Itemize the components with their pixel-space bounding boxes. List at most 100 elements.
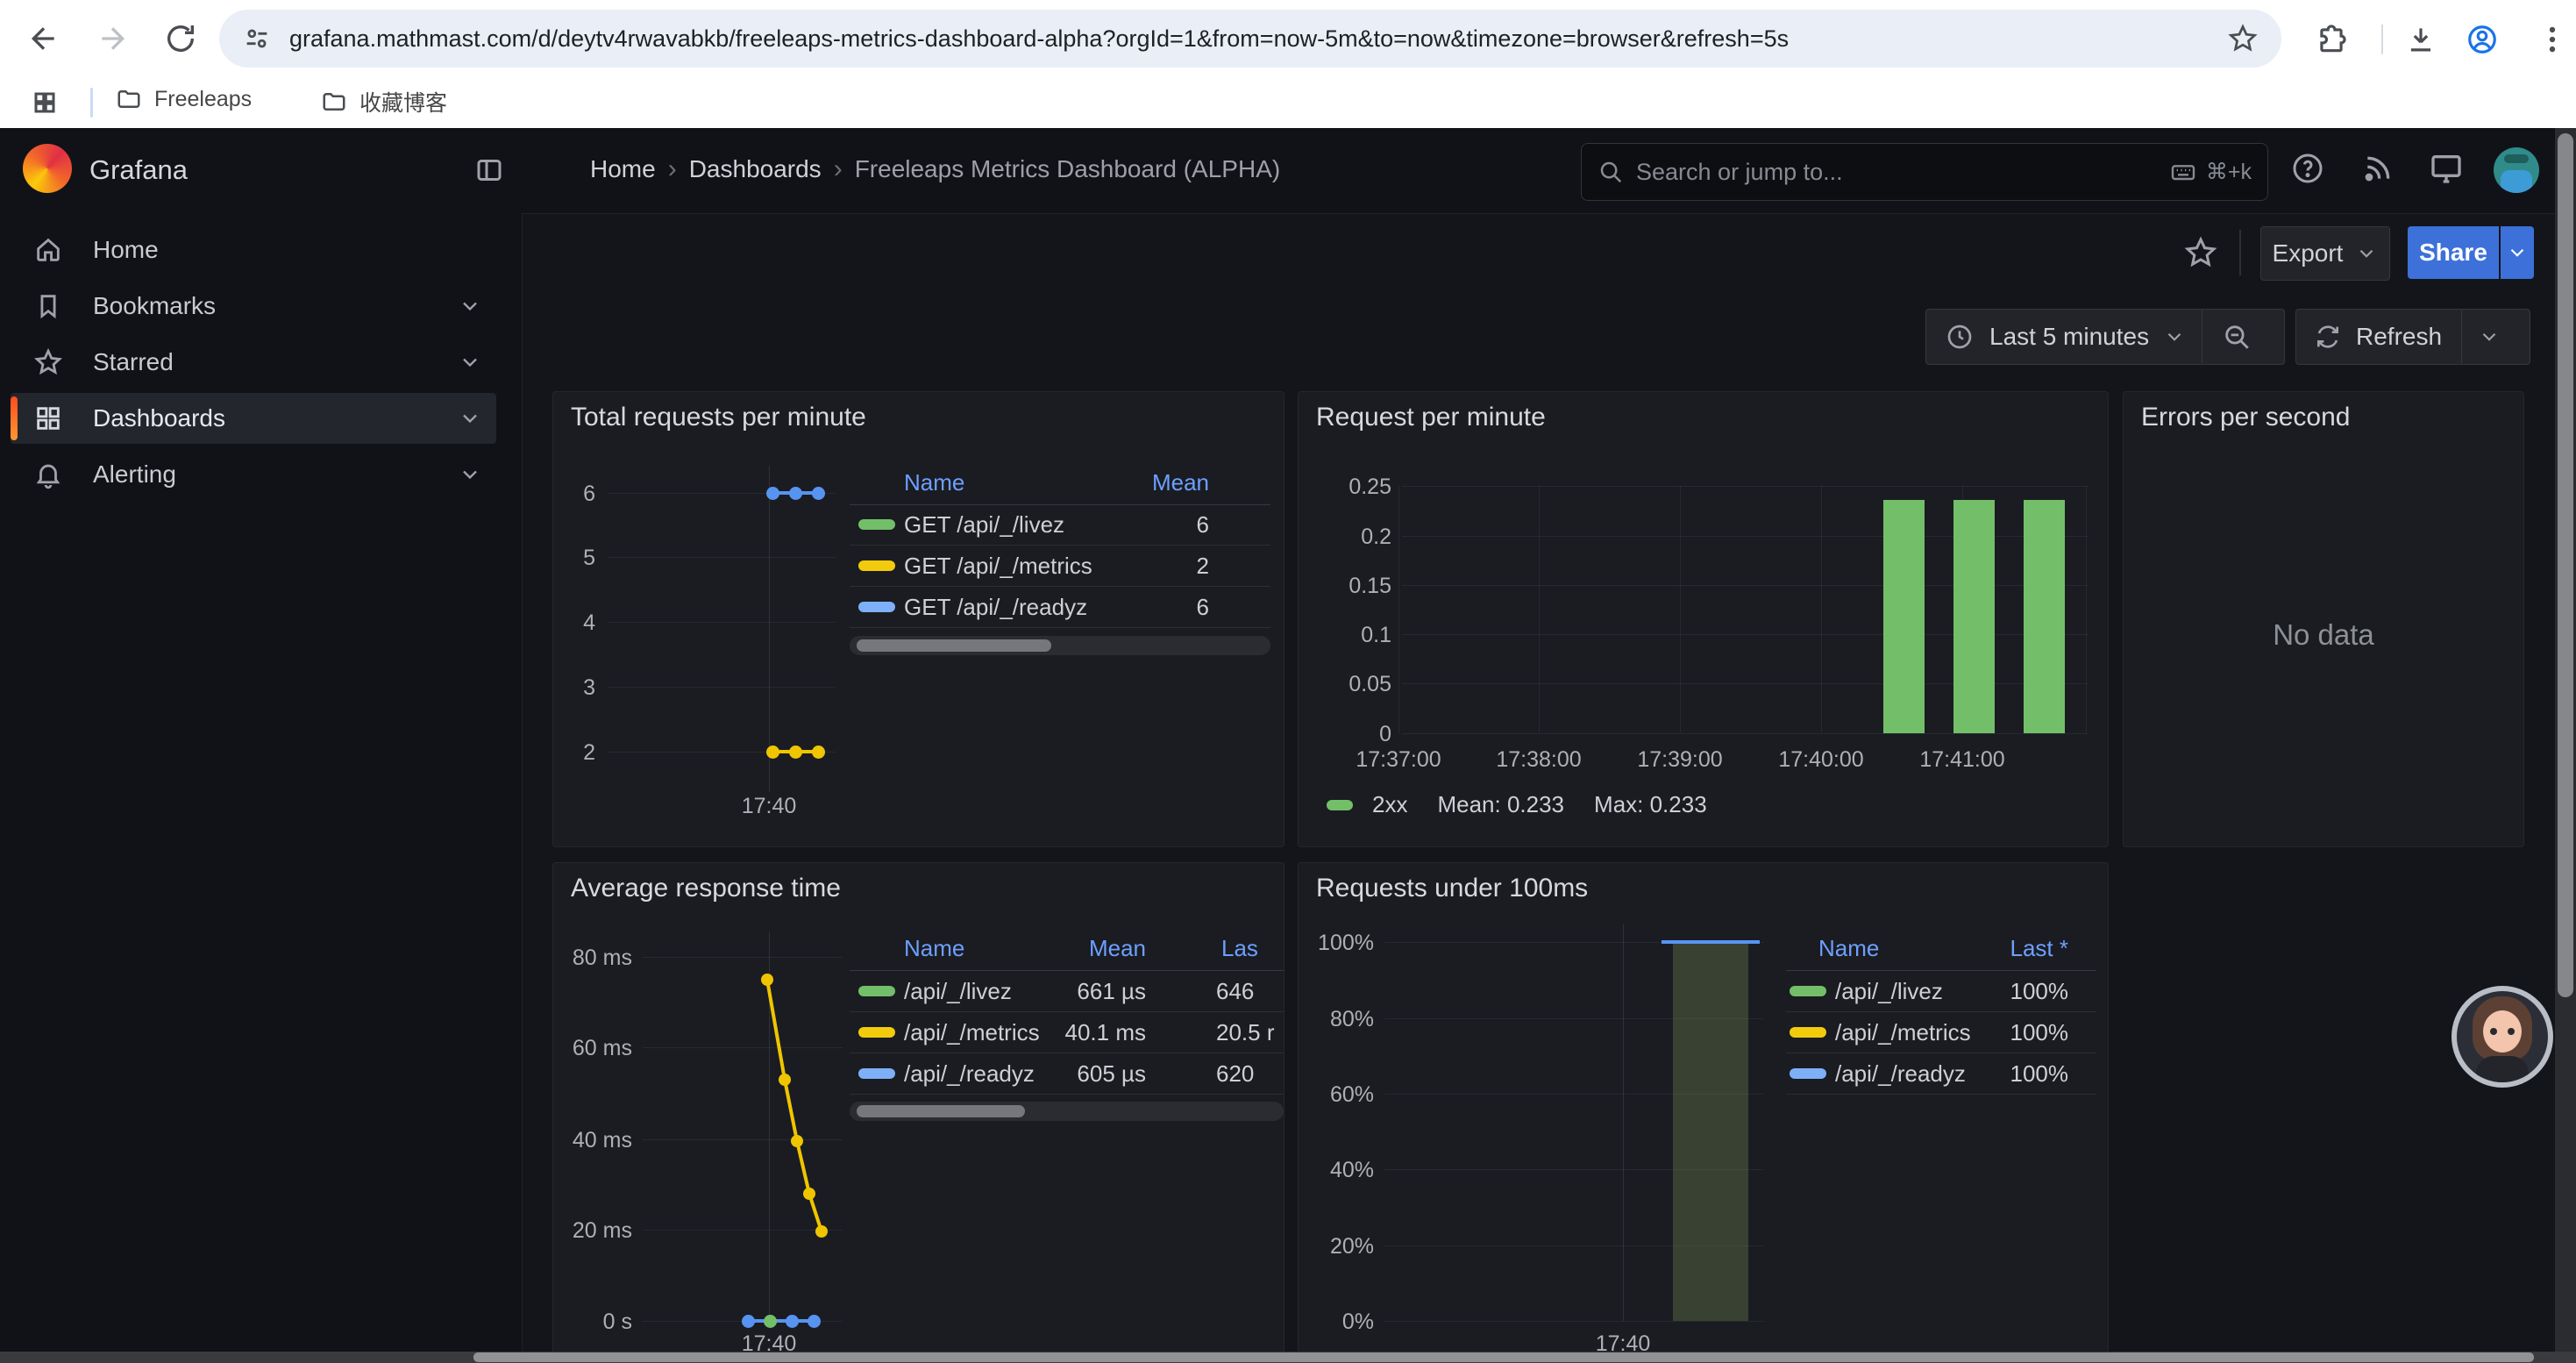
chevron-down-icon[interactable] xyxy=(458,406,482,431)
sidebar-item-starred[interactable]: Starred xyxy=(11,337,496,388)
legend-name[interactable]: GET /api/_/metrics xyxy=(904,553,1092,580)
horizontal-scrollbar-thumb[interactable] xyxy=(473,1352,2534,1362)
refresh-label[interactable]: Refresh xyxy=(2356,323,2442,351)
favorite-star-icon[interactable] xyxy=(2183,235,2218,270)
data-point xyxy=(766,746,779,759)
x-tick: 17:40 xyxy=(1579,1331,1667,1353)
bar-2xx xyxy=(1883,500,1925,733)
legend-name[interactable]: GET /api/_/livez xyxy=(904,511,1064,539)
breadcrumb: Home › Dashboards › Freeleaps Metrics Da… xyxy=(590,154,1280,184)
sidebar-item-home[interactable]: Home xyxy=(11,225,496,275)
download-icon[interactable] xyxy=(2404,23,2437,56)
chevron-down-icon[interactable] xyxy=(458,462,482,487)
url-bar[interactable]: grafana.mathmast.com/d/deytv4rwavabkb/fr… xyxy=(219,10,2281,68)
export-button[interactable]: Export xyxy=(2260,226,2390,281)
legend-value: 20.5 r xyxy=(1216,1019,1275,1046)
refresh-icon[interactable] xyxy=(2314,323,2342,351)
y-tick: 6 xyxy=(553,482,595,507)
legend-scrollbar-thumb[interactable] xyxy=(857,1105,1025,1117)
y-tick: 80% xyxy=(1299,1007,1374,1032)
bookmark-folder-blogs[interactable]: 收藏博客 xyxy=(321,86,447,118)
bookmark-star-icon[interactable] xyxy=(2227,23,2259,54)
site-settings-icon[interactable] xyxy=(242,24,272,54)
panel-avg-response-time[interactable]: Average response time 80 ms 60 ms 40 ms … xyxy=(552,862,1284,1353)
legend-name[interactable]: /api/_/livez xyxy=(904,978,1012,1005)
panel-requests-under-100ms[interactable]: Requests under 100ms 100% 80% 60% 40% 20… xyxy=(1298,862,2109,1353)
profile-icon[interactable] xyxy=(2466,23,2499,56)
legend-name[interactable]: /api/_/readyz xyxy=(904,1060,1035,1088)
sidebar-collapse-icon[interactable] xyxy=(473,154,505,186)
legend-header-last[interactable]: Las xyxy=(1221,935,1258,962)
apps-grid-icon[interactable] xyxy=(32,89,58,116)
legend-name[interactable]: /api/_/livez xyxy=(1835,978,1943,1005)
reload-icon[interactable] xyxy=(163,21,198,56)
legend-header-name[interactable]: Name xyxy=(904,469,964,496)
vertical-scrollbar-thumb[interactable] xyxy=(2558,133,2573,997)
vertical-scrollbar[interactable] xyxy=(2555,128,2576,1352)
browser-menu-icon[interactable] xyxy=(2536,23,2569,56)
chevron-down-icon[interactable] xyxy=(458,350,482,375)
chevron-down-icon[interactable] xyxy=(458,294,482,318)
y-tick: 0.1 xyxy=(1299,623,1391,648)
legend-scrollbar[interactable] xyxy=(850,1102,1284,1121)
sidebar-item-dashboards[interactable]: Dashboards xyxy=(11,393,496,444)
legend-mean: Mean: 0.233 xyxy=(1437,791,1564,818)
extensions-icon[interactable] xyxy=(2315,23,2348,56)
forward-icon[interactable] xyxy=(95,21,130,56)
panel-errors-per-second[interactable]: Errors per second No data xyxy=(2123,391,2524,847)
horizontal-scrollbar[interactable] xyxy=(0,1352,2576,1363)
gridline xyxy=(643,957,843,958)
breadcrumb-separator: › xyxy=(822,154,855,184)
sidebar-item-bookmarks[interactable]: Bookmarks xyxy=(11,281,496,332)
share-dropdown-button[interactable] xyxy=(2501,226,2534,279)
panel-request-per-minute[interactable]: Request per minute 0.25 0.2 0.15 0.1 0.0… xyxy=(1298,391,2109,847)
legend-swatch xyxy=(1790,1068,1826,1079)
legend-value: 605 µs xyxy=(1018,1060,1146,1088)
gridline xyxy=(1539,486,1540,733)
legend-header-mean[interactable]: Mean xyxy=(1079,469,1209,496)
legend-header-last[interactable]: Last * xyxy=(1939,935,2068,962)
monitor-icon[interactable] xyxy=(2429,151,2464,186)
panel-title[interactable]: Errors per second xyxy=(2141,403,2350,432)
assistant-avatar[interactable] xyxy=(2451,986,2553,1088)
table-divider xyxy=(1786,970,2096,971)
legend-header-name[interactable]: Name xyxy=(904,935,964,962)
bookmark-folder-freeleaps[interactable]: Freeleaps xyxy=(116,86,252,112)
legend-name[interactable]: 2xx xyxy=(1372,791,1407,818)
y-tick: 0 s xyxy=(553,1309,632,1335)
panel-title[interactable]: Request per minute xyxy=(1316,403,1546,432)
news-rss-icon[interactable] xyxy=(2360,151,2395,186)
legend-swatch xyxy=(858,560,895,571)
search-input[interactable]: Search or jump to... ⌘+k xyxy=(1581,143,2268,201)
share-button[interactable]: Share xyxy=(2408,226,2499,279)
back-icon[interactable] xyxy=(26,21,61,56)
sidebar-item-label: Alerting xyxy=(93,460,176,489)
time-range-label[interactable]: Last 5 minutes xyxy=(1989,323,2149,351)
breadcrumb-dashboards[interactable]: Dashboards xyxy=(689,155,822,183)
y-tick: 100% xyxy=(1299,931,1374,956)
legend-header-name[interactable]: Name xyxy=(1818,935,1879,962)
legend-value: 100% xyxy=(1939,978,2068,1005)
sidebar-item-label: Dashboards xyxy=(93,404,225,432)
panel-title[interactable]: Average response time xyxy=(571,874,841,903)
zoom-out-icon[interactable] xyxy=(2222,322,2252,352)
chevron-down-icon xyxy=(2478,325,2501,348)
user-avatar[interactable] xyxy=(2494,147,2539,193)
data-point xyxy=(789,746,802,759)
gridline xyxy=(608,687,836,688)
help-icon[interactable] xyxy=(2290,151,2325,186)
legend-name[interactable]: GET /api/_/readyz xyxy=(904,594,1087,621)
refresh-group: Refresh xyxy=(2295,309,2530,365)
legend-swatch xyxy=(858,986,895,996)
panel-title[interactable]: Total requests per minute xyxy=(571,403,866,432)
grafana-logo[interactable] xyxy=(23,144,72,193)
y-tick: 0.05 xyxy=(1299,672,1391,697)
panel-total-requests[interactable]: Total requests per minute 6 5 4 3 2 17:4… xyxy=(552,391,1284,847)
panel-title[interactable]: Requests under 100ms xyxy=(1316,874,1588,903)
url-text[interactable]: grafana.mathmast.com/d/deytv4rwavabkb/fr… xyxy=(289,25,2227,53)
breadcrumb-home[interactable]: Home xyxy=(590,155,656,183)
sidebar-item-alerting[interactable]: Alerting xyxy=(11,449,496,500)
legend-scrollbar[interactable] xyxy=(850,636,1270,655)
legend-scrollbar-thumb[interactable] xyxy=(857,639,1051,652)
legend-header-mean[interactable]: Mean xyxy=(1018,935,1146,962)
